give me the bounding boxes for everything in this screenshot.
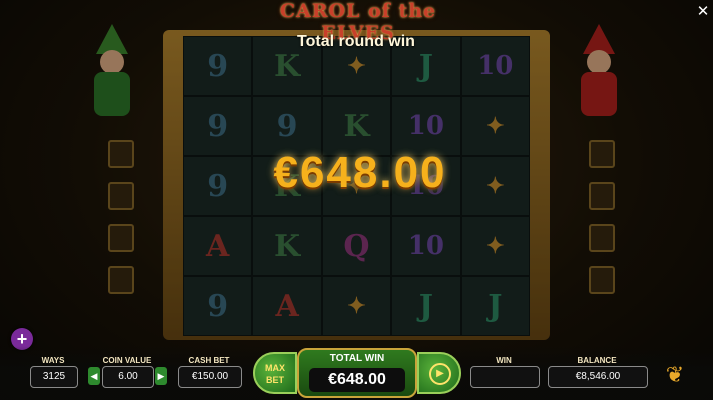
close-icon[interactable]: ✕	[694, 3, 712, 21]
big-win-amount: €648.00	[273, 148, 447, 197]
win-dim-overlay	[0, 0, 713, 400]
coin-decrease-button[interactable]: ◀	[88, 367, 100, 385]
total-win-value: €648.00	[309, 368, 405, 392]
ways-label: WAYS	[41, 356, 65, 365]
game-logo: CAROL of the ELVES	[279, 0, 437, 44]
ways-value: 3125	[30, 366, 78, 388]
total-win-label: TOTAL WIN	[329, 353, 385, 364]
win-label: WIN	[496, 356, 512, 365]
total-round-win-label: Total round win	[297, 33, 415, 50]
coin-value-label: COIN VALUE	[102, 356, 152, 365]
cash-bet-label: CASH BET	[188, 356, 230, 365]
cash-bet-value: €150.00	[178, 366, 242, 388]
balance-label: BALANCE	[577, 356, 617, 365]
spin-button[interactable]: ▶	[417, 352, 461, 394]
spin-icon: ▶	[429, 363, 451, 385]
coin-increase-button[interactable]: ▶	[155, 367, 167, 385]
yggdrasil-logo-icon[interactable]: ❦	[662, 362, 688, 388]
balance-value: €8,546.00	[548, 366, 648, 388]
win-value	[470, 366, 540, 388]
max-bet-button[interactable]: MAX BET	[253, 352, 297, 394]
coin-value: 6.00	[102, 366, 154, 388]
total-win-panel: TOTAL WIN €648.00	[297, 348, 417, 398]
